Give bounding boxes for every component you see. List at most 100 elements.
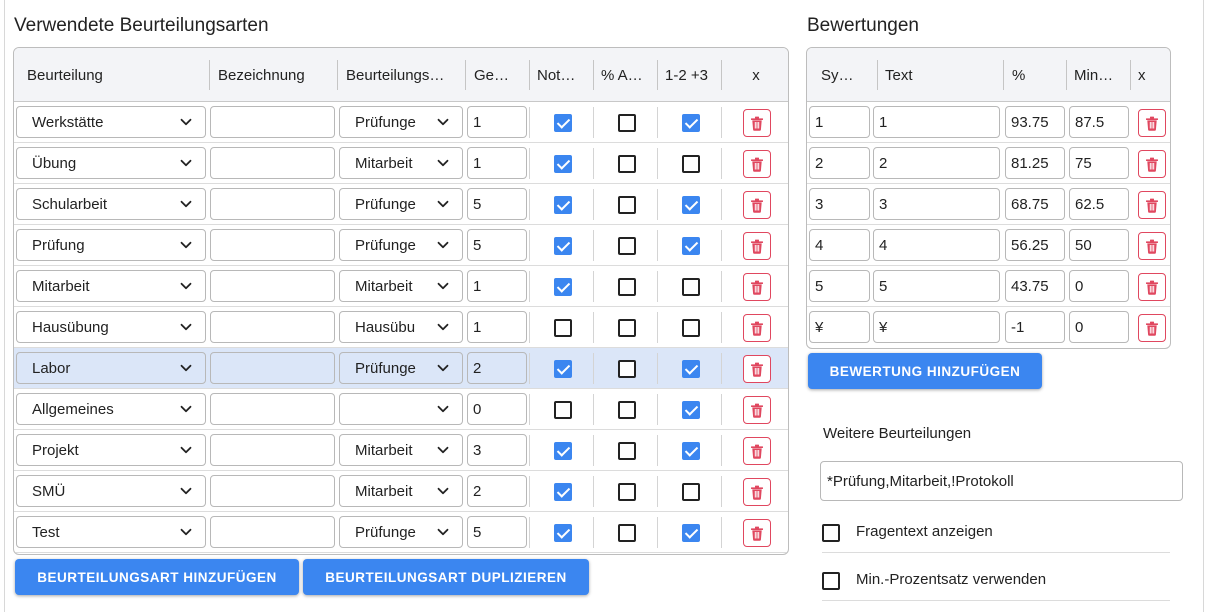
- note-checkbox[interactable]: [554, 114, 572, 132]
- symbol-input[interactable]: 1: [809, 106, 870, 138]
- bezeichnung-input[interactable]: [210, 311, 335, 343]
- prozent-checkbox[interactable]: [618, 196, 636, 214]
- min-input[interactable]: 50: [1069, 229, 1129, 261]
- add-beurteilungsart-button[interactable]: BEURTEILUNGSART HINZUFÜGEN: [15, 559, 299, 595]
- bezeichnung-input[interactable]: [210, 393, 335, 425]
- symbol-input[interactable]: 3: [809, 188, 870, 220]
- note-checkbox[interactable]: [554, 319, 572, 337]
- delete-button[interactable]: [743, 314, 771, 342]
- prozent-input[interactable]: 68.75: [1005, 188, 1065, 220]
- symbol-input[interactable]: 2: [809, 147, 870, 179]
- plus-checkbox[interactable]: [682, 483, 700, 501]
- delete-button[interactable]: [1138, 191, 1166, 219]
- gewicht-input[interactable]: 5: [467, 188, 527, 220]
- beurteilungsart-select[interactable]: Hausübu: [339, 311, 463, 343]
- prozent-checkbox[interactable]: [618, 524, 636, 542]
- delete-button[interactable]: [743, 191, 771, 219]
- note-checkbox[interactable]: [554, 442, 572, 460]
- min-input[interactable]: 0: [1069, 311, 1129, 343]
- delete-button[interactable]: [743, 519, 771, 547]
- delete-button[interactable]: [1138, 232, 1166, 260]
- column-header-text[interactable]: Text: [885, 48, 995, 102]
- bezeichnung-input[interactable]: [210, 188, 335, 220]
- prozent-checkbox[interactable]: [618, 237, 636, 255]
- beurteilungsart-select[interactable]: Prüfunge: [339, 516, 463, 548]
- beurteilung-select[interactable]: Allgemeines: [16, 393, 206, 425]
- text-input[interactable]: 4: [873, 229, 1000, 261]
- prozent-input[interactable]: 81.25: [1005, 147, 1065, 179]
- text-input[interactable]: 3: [873, 188, 1000, 220]
- beurteilungsart-select[interactable]: Prüfunge: [339, 352, 463, 384]
- beurteilungsart-select[interactable]: [339, 393, 463, 425]
- note-checkbox[interactable]: [554, 278, 572, 296]
- column-header-beurteilungsart[interactable]: Beurteilungs…: [346, 48, 464, 102]
- beurteilungsart-select[interactable]: Mitarbeit: [339, 434, 463, 466]
- plus-checkbox[interactable]: [682, 401, 700, 419]
- bezeichnung-input[interactable]: [210, 352, 335, 384]
- delete-button[interactable]: [743, 355, 771, 383]
- bezeichnung-input[interactable]: [210, 475, 335, 507]
- min-input[interactable]: 62.5: [1069, 188, 1129, 220]
- delete-button[interactable]: [1138, 314, 1166, 342]
- gewicht-input[interactable]: 1: [467, 106, 527, 138]
- bezeichnung-input[interactable]: [210, 270, 335, 302]
- gewicht-input[interactable]: 1: [467, 270, 527, 302]
- beurteilung-select[interactable]: Schularbeit: [16, 188, 206, 220]
- beurteilung-select[interactable]: Werkstätte: [16, 106, 206, 138]
- column-header-plus[interactable]: 1-2 +3: [665, 48, 725, 102]
- prozent-checkbox[interactable]: [618, 278, 636, 296]
- note-checkbox[interactable]: [554, 524, 572, 542]
- symbol-input[interactable]: ¥: [809, 311, 870, 343]
- text-input[interactable]: 2: [873, 147, 1000, 179]
- prozent-checkbox[interactable]: [618, 483, 636, 501]
- delete-button[interactable]: [743, 437, 771, 465]
- text-input[interactable]: 1: [873, 106, 1000, 138]
- column-header-prozent[interactable]: % A…: [601, 48, 653, 102]
- gewicht-input[interactable]: 5: [467, 229, 527, 261]
- column-header-prozent[interactable]: %: [1012, 48, 1062, 102]
- note-checkbox[interactable]: [554, 401, 572, 419]
- note-checkbox[interactable]: [554, 155, 572, 173]
- note-checkbox[interactable]: [554, 483, 572, 501]
- note-checkbox[interactable]: [554, 196, 572, 214]
- prozent-input[interactable]: 56.25: [1005, 229, 1065, 261]
- prozent-checkbox[interactable]: [618, 155, 636, 173]
- beurteilungsart-select[interactable]: Mitarbeit: [339, 475, 463, 507]
- prozent-input[interactable]: -1: [1005, 311, 1065, 343]
- fragentext-checkbox[interactable]: [822, 524, 840, 542]
- text-input[interactable]: 5: [873, 270, 1000, 302]
- delete-button[interactable]: [743, 478, 771, 506]
- plus-checkbox[interactable]: [682, 524, 700, 542]
- beurteilung-select[interactable]: Labor: [16, 352, 206, 384]
- delete-button[interactable]: [1138, 273, 1166, 301]
- plus-checkbox[interactable]: [682, 114, 700, 132]
- prozent-input[interactable]: 93.75: [1005, 106, 1065, 138]
- column-header-note[interactable]: Not…: [537, 48, 587, 102]
- add-bewertung-button[interactable]: BEWERTUNG HINZUFÜGEN: [808, 353, 1042, 389]
- plus-checkbox[interactable]: [682, 237, 700, 255]
- gewicht-input[interactable]: 0: [467, 393, 527, 425]
- beurteilung-select[interactable]: Prüfung: [16, 229, 206, 261]
- duplicate-beurteilungsart-button[interactable]: BEURTEILUNGSART DUPLIZIEREN: [303, 559, 589, 595]
- delete-button[interactable]: [1138, 109, 1166, 137]
- min-input[interactable]: 0: [1069, 270, 1129, 302]
- delete-button[interactable]: [743, 273, 771, 301]
- gewicht-input[interactable]: 1: [467, 311, 527, 343]
- gewicht-input[interactable]: 5: [467, 516, 527, 548]
- gewicht-input[interactable]: 1: [467, 147, 527, 179]
- column-header-bezeichnung[interactable]: Bezeichnung: [218, 48, 338, 102]
- prozent-input[interactable]: 43.75: [1005, 270, 1065, 302]
- beurteilungsart-select[interactable]: Prüfunge: [339, 106, 463, 138]
- bezeichnung-input[interactable]: [210, 516, 335, 548]
- text-input[interactable]: ¥: [873, 311, 1000, 343]
- beurteilungsart-select[interactable]: Mitarbeit: [339, 270, 463, 302]
- beurteilung-select[interactable]: Mitarbeit: [16, 270, 206, 302]
- min-input[interactable]: 75: [1069, 147, 1129, 179]
- beurteilung-select[interactable]: Test: [16, 516, 206, 548]
- beurteilungsart-select[interactable]: Prüfunge: [339, 188, 463, 220]
- weitere-beurteilungen-input[interactable]: *Prüfung,Mitarbeit,!Protokoll: [820, 461, 1183, 501]
- delete-button[interactable]: [743, 150, 771, 178]
- column-header-beurteilung[interactable]: Beurteilung: [27, 48, 217, 102]
- column-header-min[interactable]: Min…: [1074, 48, 1126, 102]
- prozent-checkbox[interactable]: [618, 360, 636, 378]
